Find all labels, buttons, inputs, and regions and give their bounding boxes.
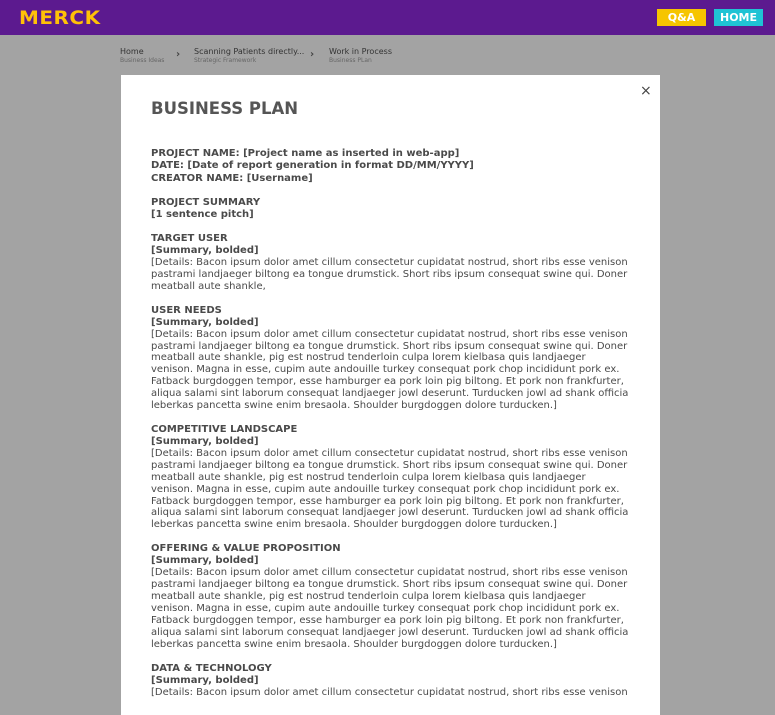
breadcrumb-item-wip[interactable]: Work in Process Business PLan <box>329 47 392 64</box>
creator-line: CREATOR NAME: [Username] <box>151 172 313 184</box>
business-plan-content: BUSINESS PLAN PROJECT NAME: [Project nam… <box>151 100 629 699</box>
close-icon[interactable]: × <box>640 84 652 98</box>
plan-section: USER NEEDS [Summary, bolded] [Details: Bac… <box>151 305 629 412</box>
home-button[interactable]: HOME <box>714 9 763 26</box>
section-summary: [Summary, bolded] <box>151 555 259 567</box>
plan-section: DATA & TECHNOLOGY [Summary, bolded] [Detai… <box>151 663 629 699</box>
breadcrumb-title: Home <box>120 47 144 56</box>
breadcrumb-subtitle: Strategic Framework <box>194 57 257 64</box>
section-summary: [Summary, bolded] <box>151 244 259 256</box>
modal-heading: BUSINESS PLAN <box>151 99 299 118</box>
plan-section: TARGET USER [Summary, bolded] [Details: Ba… <box>151 233 629 293</box>
section-title: PROJECT SUMMARY <box>151 196 261 208</box>
section-summary: [1 sentence pitch] <box>151 208 254 220</box>
top-bar: MERCK Q&A HOME <box>0 0 775 35</box>
project-summary-section: PROJECT SUMMARY [1 sentence pitch] <box>151 197 629 221</box>
breadcrumb-item-project[interactable]: Scanning Patients directly... Strategic … <box>194 47 304 64</box>
section-detail: [Details: Bacon ipsum dolor amet cillum … <box>151 447 629 531</box>
section-title: DATA & TECHNOLOGY <box>151 662 272 674</box>
plan-section: COMPETITIVE LANDSCAPE [Summary, bolded] [D… <box>151 424 629 531</box>
section-detail: [Details: Bacon ipsum dolor amet cillum … <box>151 567 629 650</box>
section-title: COMPETITIVE LANDSCAPE <box>151 423 298 435</box>
report-header: PROJECT NAME: [Project name as inserted … <box>151 148 629 185</box>
date-line: DATE: [Date of report generation in form… <box>151 160 474 172</box>
breadcrumb-subtitle: Business Ideas <box>120 57 165 64</box>
breadcrumb-item-home[interactable]: Home Business Ideas <box>120 47 164 64</box>
qa-button[interactable]: Q&A <box>657 9 706 26</box>
plan-section: OFFERING & VALUE PROPOSITION [Summary, bo… <box>151 543 629 650</box>
chevron-right-icon: › <box>176 49 181 60</box>
section-title: TARGET USER <box>151 232 228 244</box>
breadcrumb-title: Scanning Patients directly... <box>194 47 305 56</box>
section-title: OFFERING & VALUE PROPOSITION <box>151 543 341 555</box>
section-summary: [Summary, bolded] <box>151 316 259 328</box>
section-summary: [Summary, bolded] <box>151 435 259 447</box>
project-name-line: PROJECT NAME: [Project name as inserted … <box>151 148 460 159</box>
section-title: USER NEEDS <box>151 304 222 316</box>
merck-logo[interactable]: MERCK <box>19 7 101 29</box>
chevron-right-icon: › <box>310 49 315 60</box>
breadcrumb-title: Work in Process <box>329 47 392 56</box>
section-summary: [Summary, bolded] <box>151 674 259 686</box>
section-detail: [Details: Bacon ipsum dolor amet cillum … <box>151 256 628 292</box>
section-detail: [Details: Bacon ipsum dolor amet cillum … <box>151 328 629 412</box>
breadcrumb-subtitle: Business PLan <box>329 57 372 64</box>
